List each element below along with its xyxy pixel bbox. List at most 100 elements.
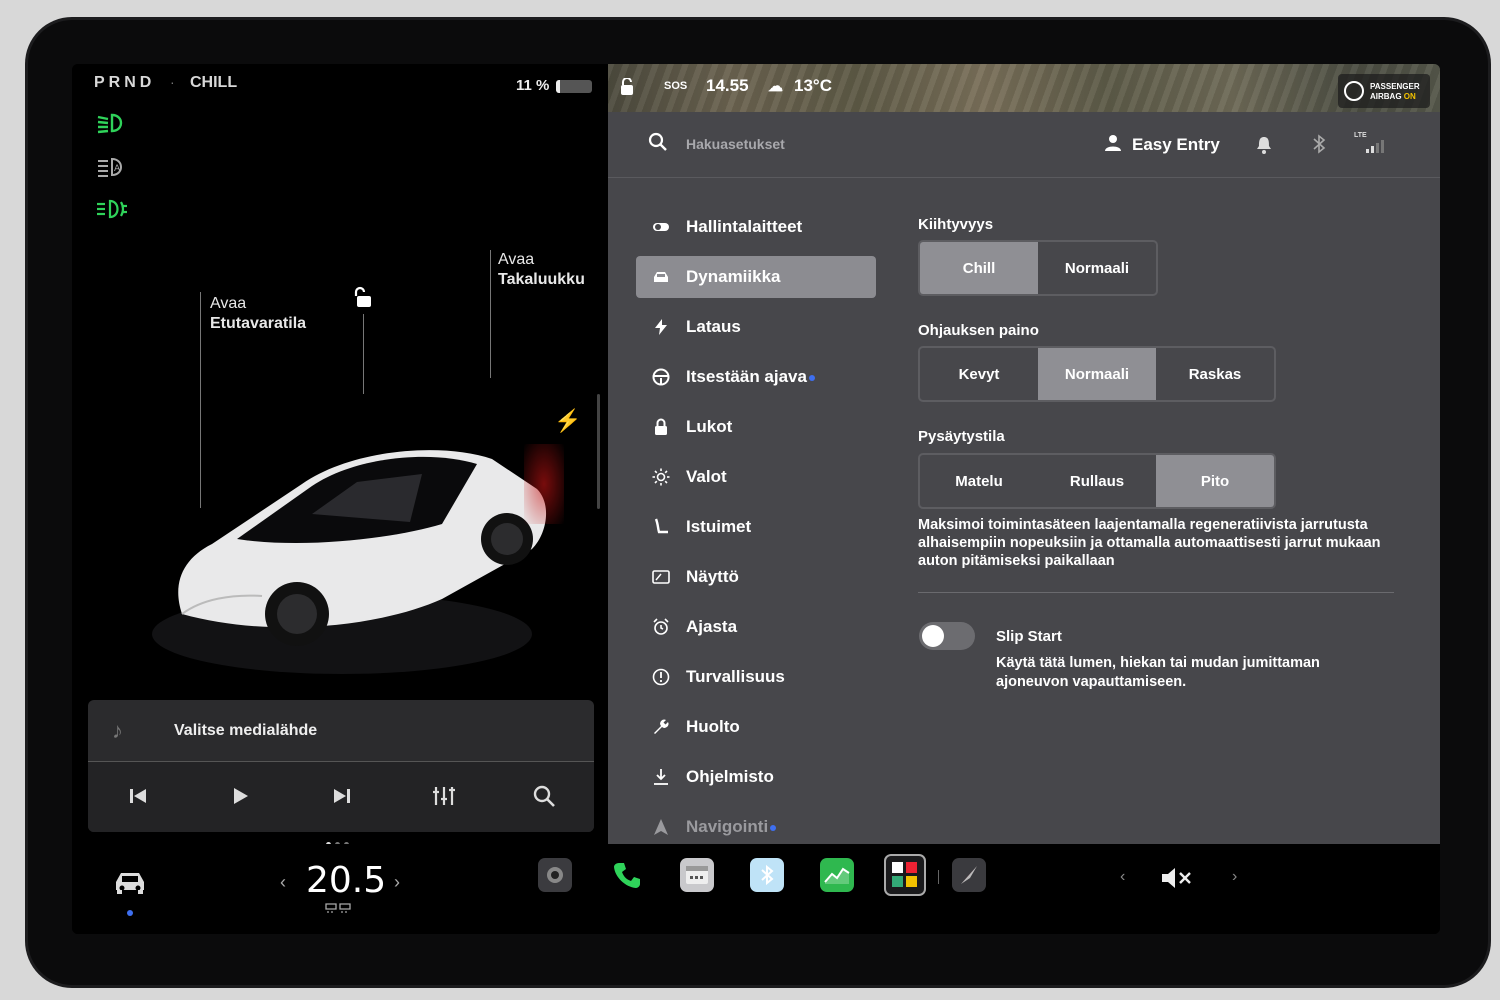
menu-item-label: Valot bbox=[686, 467, 727, 486]
bluetooth-app[interactable] bbox=[750, 858, 784, 892]
drive-mode: CHILL bbox=[190, 74, 238, 91]
settings-topbar: Hakuasetukset Easy Entry LTE bbox=[608, 112, 1440, 178]
navigation-arrow-icon bbox=[961, 866, 977, 884]
menu-item-3[interactable]: Itsestään ajava bbox=[636, 356, 876, 398]
menu-item-10[interactable]: Huolto bbox=[636, 706, 876, 748]
active-indicator bbox=[127, 910, 133, 916]
low-beam-icon bbox=[97, 113, 123, 134]
search-input[interactable]: Hakuasetukset bbox=[686, 136, 785, 152]
menu-item-label: Lukot bbox=[686, 417, 733, 436]
menu-item-label: Ajasta bbox=[686, 617, 738, 636]
menu-item-4[interactable]: Lukot bbox=[636, 406, 876, 448]
airbag-icon bbox=[1344, 81, 1364, 101]
media-source[interactable]: ♪ Valitse medialähde bbox=[88, 700, 594, 762]
passenger-airbag-status: PASSENGER AIRBAG ON bbox=[1338, 74, 1430, 108]
stopping-creep[interactable]: Matelu bbox=[920, 455, 1038, 507]
fog-light-icon bbox=[97, 199, 127, 219]
airbag-line1: PASSENGER bbox=[1370, 82, 1420, 91]
driver-profile[interactable]: Easy Entry bbox=[1132, 135, 1220, 155]
stopping-roll[interactable]: Rullaus bbox=[1038, 455, 1156, 507]
menu-item-8[interactable]: Ajasta bbox=[636, 606, 876, 648]
charge-port-icon[interactable]: ⚡ bbox=[554, 408, 581, 434]
menu-item-5[interactable]: Valot bbox=[636, 456, 876, 498]
menu-item-1[interactable]: Dynamiikka bbox=[636, 256, 876, 298]
bell-icon[interactable] bbox=[1256, 136, 1272, 154]
seat-icon bbox=[652, 518, 670, 536]
gear-indicator: PRND bbox=[94, 74, 156, 91]
camera-icon bbox=[547, 867, 563, 883]
download-icon bbox=[652, 768, 670, 786]
search-icon[interactable] bbox=[648, 132, 668, 152]
acceleration-normal[interactable]: Normaali bbox=[1038, 242, 1156, 294]
alarm-clock-icon bbox=[652, 618, 670, 636]
trunk-callout[interactable]: Avaa Takaluukku bbox=[498, 250, 585, 290]
menu-item-label: Näyttö bbox=[686, 567, 739, 586]
menu-item-label: Huolto bbox=[686, 717, 740, 736]
slip-start-toggle[interactable] bbox=[919, 622, 975, 650]
menu-item-0[interactable]: Hallintalaitteet bbox=[636, 206, 876, 248]
steering-normal[interactable]: Normaali bbox=[1038, 348, 1156, 400]
menu-item-7[interactable]: Näyttö bbox=[636, 556, 876, 598]
calendar-icon bbox=[686, 866, 708, 884]
bluetooth-app-icon bbox=[761, 864, 774, 886]
steering-light[interactable]: Kevyt bbox=[920, 348, 1038, 400]
acceleration-chill[interactable]: Chill bbox=[920, 242, 1038, 294]
car-model-image bbox=[152, 450, 547, 674]
sun-icon bbox=[652, 468, 670, 486]
cabin-temperature[interactable]: 20.5 bbox=[306, 860, 386, 901]
calendar-app[interactable] bbox=[680, 858, 714, 892]
unlock-icon[interactable] bbox=[350, 286, 374, 310]
lock-status-icon[interactable] bbox=[618, 78, 636, 96]
car-icon[interactable] bbox=[112, 868, 148, 896]
menu-item-label: Lataus bbox=[686, 317, 741, 336]
seat-heater-icon[interactable] bbox=[324, 902, 354, 914]
media-search-icon[interactable] bbox=[532, 784, 556, 808]
menu-item-9[interactable]: Turvallisuus bbox=[636, 656, 876, 698]
car-icon bbox=[652, 268, 670, 286]
play-icon[interactable] bbox=[230, 786, 250, 806]
menu-item-label: Itsestään ajava bbox=[686, 367, 807, 386]
network-type: LTE bbox=[1354, 132, 1367, 139]
display-icon bbox=[652, 568, 670, 586]
stopping-hold[interactable]: Pito bbox=[1156, 455, 1274, 507]
camera-app[interactable] bbox=[538, 858, 572, 892]
navigation-icon bbox=[652, 818, 670, 836]
trunk-leader-line bbox=[490, 250, 491, 378]
temp-down-button[interactable]: ‹ bbox=[280, 872, 286, 893]
stopping-description: Maksimoi toimintasäteen laajentamalla re… bbox=[918, 517, 1381, 569]
navigation-app[interactable] bbox=[952, 858, 986, 892]
equalizer-icon[interactable] bbox=[432, 784, 456, 808]
energy-app[interactable] bbox=[820, 858, 854, 892]
dock-divider bbox=[938, 870, 939, 884]
user-icon[interactable] bbox=[1104, 134, 1122, 152]
menu-item-label: Turvallisuus bbox=[686, 667, 785, 686]
temp-up-button[interactable]: › bbox=[394, 872, 400, 893]
car-view-scrollbar[interactable] bbox=[597, 394, 600, 509]
frunk-callout[interactable]: Avaa Etutavaratila bbox=[210, 294, 306, 334]
notification-dot bbox=[809, 375, 815, 381]
steering-heavy[interactable]: Raskas bbox=[1156, 348, 1274, 400]
previous-track-icon[interactable] bbox=[128, 786, 148, 806]
menu-item-6[interactable]: Istuimet bbox=[636, 506, 876, 548]
wrench-icon bbox=[652, 718, 670, 736]
volume-down-button[interactable]: ‹ bbox=[1120, 868, 1125, 886]
mute-icon[interactable] bbox=[1160, 866, 1194, 890]
lte-signal-icon: LTE bbox=[1354, 132, 1384, 158]
toggle-knob bbox=[922, 625, 944, 647]
svg-text:A: A bbox=[114, 164, 121, 174]
phone-app[interactable] bbox=[610, 858, 644, 892]
volume-up-button[interactable]: › bbox=[1232, 868, 1237, 886]
cloud-icon: ☁ bbox=[768, 78, 783, 95]
battery-percent: 11 % bbox=[516, 77, 550, 94]
airbag-state: ON bbox=[1403, 92, 1416, 101]
bluetooth-icon[interactable] bbox=[1312, 134, 1326, 154]
menu-item-2[interactable]: Lataus bbox=[636, 306, 876, 348]
toybox-app[interactable] bbox=[884, 854, 926, 896]
settings-menu: Hallintalaitteet Dynamiikka Lataus Itsestää… bbox=[636, 206, 876, 856]
menu-item-12[interactable]: Navigointi bbox=[636, 806, 876, 848]
trunk-label-line1: Avaa bbox=[498, 251, 535, 268]
frunk-label-line1: Avaa bbox=[210, 295, 247, 312]
next-track-icon[interactable] bbox=[332, 786, 352, 806]
menu-item-label: Navigointi bbox=[686, 817, 769, 836]
menu-item-11[interactable]: Ohjelmisto bbox=[636, 756, 876, 798]
